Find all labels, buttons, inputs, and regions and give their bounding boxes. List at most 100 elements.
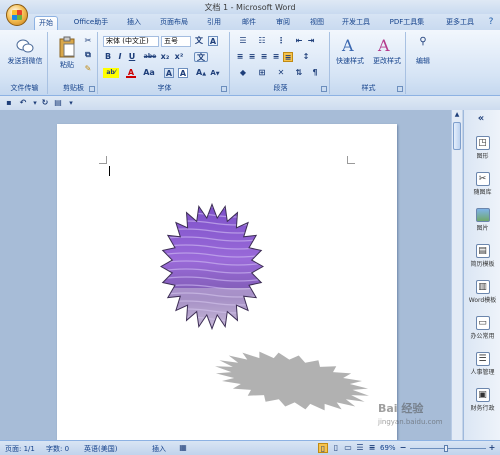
decrease-indent-icon[interactable]: ⇤ <box>294 36 304 46</box>
zoom-slider[interactable] <box>410 448 486 449</box>
copy-icon[interactable]: ⧉ <box>83 50 93 60</box>
font-color-button[interactable]: A <box>126 68 136 78</box>
sort-icon[interactable]: ⇅ <box>294 68 304 78</box>
side-item-office[interactable]: ▭ 办公常用 <box>466 314 499 348</box>
font-grow-icon[interactable]: 文 <box>194 36 204 46</box>
underline-button[interactable]: U <box>127 52 137 62</box>
change-styles-icon[interactable]: A <box>378 36 396 55</box>
font-launcher[interactable] <box>221 86 227 92</box>
paste-button[interactable]: 粘贴 <box>54 60 80 70</box>
format-painter-icon[interactable]: ✎ <box>83 64 93 74</box>
subscript-button[interactable]: x₂ <box>160 52 170 62</box>
line-spacing-icon[interactable]: ↕ <box>299 52 313 62</box>
side-item-shape[interactable]: ◳ 图形 <box>466 134 499 168</box>
quick-styles-button[interactable]: 快速样式 <box>332 56 368 66</box>
change-styles-button[interactable]: 更改样式 <box>368 56 406 66</box>
status-words[interactable]: 字数: 0 <box>46 444 69 454</box>
redo-icon[interactable]: ↻ <box>40 98 50 108</box>
tab-developer[interactable]: 开发工具 <box>338 16 374 30</box>
side-item-resume[interactable]: ▤ 简历模板 <box>466 242 499 276</box>
draft-view-icon[interactable]: ≡ <box>367 443 377 453</box>
tab-mailings[interactable]: 邮件 <box>238 16 260 30</box>
font-size-combo[interactable]: 五号 <box>161 36 191 47</box>
justify-icon[interactable]: ≡ <box>271 52 281 62</box>
change-case-button[interactable]: Aa <box>142 68 156 78</box>
distributed-icon[interactable]: ≡ <box>283 52 293 62</box>
scroll-thumb[interactable] <box>453 122 461 150</box>
outline-view-icon[interactable]: ☰ <box>355 443 365 453</box>
highlight-button[interactable]: ab⁄ <box>103 68 119 78</box>
quick-styles-icon[interactable]: A <box>342 36 360 55</box>
tab-page-layout[interactable]: 页面布局 <box>157 16 191 30</box>
side-item-gallery[interactable]: ✂ 随图库 <box>466 170 499 204</box>
side-item-hr[interactable]: ☰ 人事管理 <box>466 350 499 384</box>
side-item-word-template[interactable]: ▥ Word模板 <box>466 278 499 312</box>
align-left-icon[interactable]: ≡ <box>235 52 245 62</box>
macro-record-icon[interactable]: ▦ <box>178 443 188 453</box>
numbering-icon[interactable]: ☷ <box>254 36 270 46</box>
scroll-up-icon[interactable]: ▲ <box>452 110 462 120</box>
char-border-icon[interactable]: A <box>178 68 188 78</box>
status-language[interactable]: 英语(美国) <box>84 444 117 454</box>
chinese-layout-icon[interactable]: ✕ <box>276 68 286 78</box>
increase-indent-icon[interactable]: ⇥ <box>306 36 316 46</box>
bold-button[interactable]: B <box>103 52 113 62</box>
office-button[interactable] <box>6 4 28 26</box>
bullets-icon[interactable]: ☰ <box>235 36 251 46</box>
italic-button[interactable]: I <box>115 52 125 62</box>
vertical-scrollbar[interactable]: ▲ <box>451 110 462 440</box>
tab-office-assistant[interactable]: Office助手 <box>68 16 114 30</box>
multilevel-list-icon[interactable]: ⋮ <box>273 36 289 46</box>
zoom-slider-thumb[interactable] <box>444 445 448 452</box>
tab-insert[interactable]: 插入 <box>122 16 146 30</box>
print-layout-view-icon[interactable]: ▯ <box>318 443 328 453</box>
undo-dropdown-icon[interactable]: ▾ <box>30 98 40 108</box>
char-shading-icon[interactable]: A <box>164 68 174 78</box>
shading-icon[interactable]: ◆ <box>235 68 251 78</box>
binoculars-icon[interactable]: ⚲ <box>414 36 432 52</box>
clipboard-launcher[interactable] <box>89 86 95 92</box>
align-right-icon[interactable]: ≡ <box>259 52 269 62</box>
zoom-in-icon[interactable]: + <box>487 443 497 453</box>
align-center-icon[interactable]: ≡ <box>247 52 257 62</box>
grow-font-button[interactable]: A▲ <box>196 68 206 78</box>
save-icon[interactable]: ▪ <box>4 98 14 108</box>
paragraph-launcher[interactable] <box>321 86 327 92</box>
finance-icon: ▣ <box>475 388 490 402</box>
side-item-picture[interactable]: 图片 <box>466 206 499 240</box>
tab-references[interactable]: 引用 <box>203 16 225 30</box>
zoom-out-icon[interactable]: − <box>398 443 408 453</box>
paste-icon[interactable] <box>58 36 76 58</box>
strikethrough-button[interactable]: abe <box>142 52 158 62</box>
shrink-font-button[interactable]: A▼ <box>210 68 220 78</box>
phonetic-guide-icon[interactable]: 文 <box>194 52 208 62</box>
qat-customize-icon[interactable]: ▾ <box>66 98 76 108</box>
zoom-level[interactable]: 69% <box>380 444 396 452</box>
star-shape[interactable] <box>160 203 264 330</box>
web-layout-view-icon[interactable]: ▭ <box>343 443 353 453</box>
document-page[interactable] <box>57 124 397 440</box>
tab-more-tools[interactable]: 更多工具 <box>440 16 480 30</box>
tab-review[interactable]: 审阅 <box>272 16 294 30</box>
status-page[interactable]: 页面: 1/1 <box>5 444 35 454</box>
word-template-icon: ▥ <box>475 280 490 294</box>
font-name-combo[interactable]: 宋体 (中文正) <box>103 36 159 47</box>
undo-icon[interactable]: ↶ <box>18 98 28 108</box>
help-icon[interactable]: ? <box>486 17 496 27</box>
tab-view[interactable]: 视图 <box>306 16 328 30</box>
send-to-wechat-button[interactable]: 发送到微信 <box>2 56 48 66</box>
show-marks-icon[interactable]: ¶ <box>310 68 320 78</box>
styles-launcher[interactable] <box>397 86 403 92</box>
editing-button[interactable]: 编辑 <box>408 56 438 66</box>
side-item-finance[interactable]: ▣ 财务行政 <box>466 386 499 420</box>
collapse-panel-icon[interactable]: « <box>476 114 486 124</box>
clear-format-icon[interactable]: A <box>208 36 218 46</box>
borders-icon[interactable]: ⊞ <box>254 68 270 78</box>
full-screen-view-icon[interactable]: ▯ <box>331 443 341 453</box>
cut-icon[interactable]: ✂ <box>83 36 93 46</box>
tab-home[interactable]: 开始 <box>34 16 58 30</box>
print-preview-icon[interactable]: ▤ <box>53 98 63 108</box>
status-insert-mode[interactable]: 插入 <box>152 444 166 454</box>
superscript-button[interactable]: x² <box>174 52 184 62</box>
tab-pdf-tools[interactable]: PDF工具集 <box>386 16 428 30</box>
